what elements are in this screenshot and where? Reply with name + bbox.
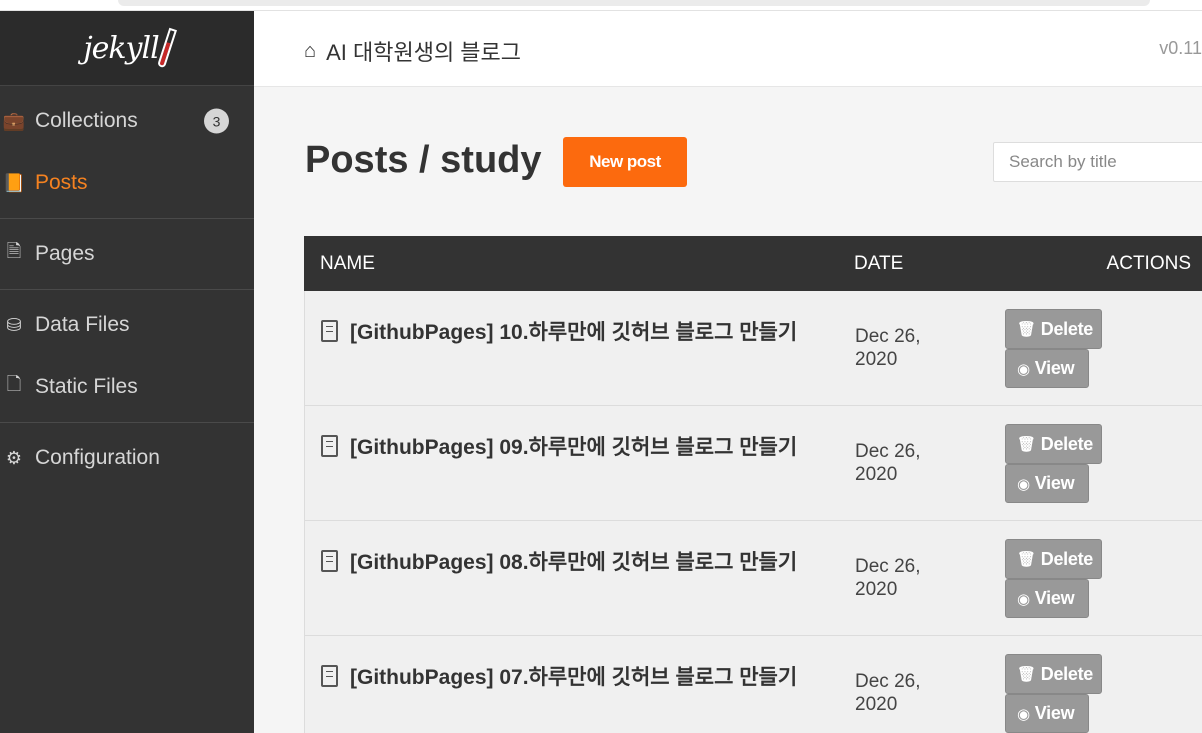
view-label: View: [1034, 588, 1075, 608]
search-input[interactable]: [993, 142, 1202, 182]
post-title: [GithubPages] 10.하루만에 깃허브 블로그 만들기: [350, 321, 798, 344]
sidebar-item-data-files[interactable]: ⛁ Data Files: [0, 294, 254, 356]
trash-icon: 🗑: [1017, 436, 1036, 453]
posts-table: NAME DATE ACTIONS [GithubPages] 10.하루만에 …: [304, 236, 1202, 733]
delete-button[interactable]: 🗑 Delete: [1005, 424, 1102, 464]
sidebar-item-label: Collections: [35, 109, 138, 132]
delete-button[interactable]: 🗑 Delete: [1005, 654, 1102, 694]
table-header: NAME DATE ACTIONS: [304, 236, 1202, 291]
document-icon: [321, 550, 338, 572]
site-title: AI 대학원생의 블로그: [326, 40, 522, 65]
sidebar-item-label: Posts: [35, 171, 88, 194]
new-post-button[interactable]: New post: [563, 137, 687, 187]
sidebar-item-collections[interactable]: 💼 Collections 3: [0, 90, 254, 152]
browser-address-bar-edge: [118, 0, 1150, 6]
browser-chrome-strip: [0, 0, 1202, 11]
book-icon: 📙: [2, 172, 26, 193]
column-header-name: NAME: [320, 252, 375, 274]
post-date: Dec 26, 2020: [855, 556, 921, 600]
view-label: View: [1034, 703, 1075, 723]
post-title: [GithubPages] 08.하루만에 깃허브 블로그 만들기: [350, 551, 798, 574]
top-bar: ⌂ AI 대학원생의 블로그 v0.11: [254, 11, 1202, 87]
table-row: [GithubPages] 10.하루만에 깃허브 블로그 만들기 Dec 26…: [304, 291, 1202, 406]
gear-icon: ⚙: [5, 447, 23, 468]
trash-icon: 🗑: [1017, 666, 1036, 683]
nav-group-pages: 🗎 Pages: [0, 219, 254, 290]
delete-label: Delete: [1040, 663, 1094, 684]
trash-icon: 🗑: [1017, 551, 1036, 568]
view-label: View: [1034, 473, 1075, 493]
site-title-link[interactable]: ⌂ AI 대학원생의 블로그: [304, 35, 521, 67]
document-icon: [321, 435, 338, 457]
table-row: [GithubPages] 07.하루만에 깃허브 블로그 만들기 Dec 26…: [304, 636, 1202, 733]
sidebar-item-posts[interactable]: 📙 Posts: [0, 152, 254, 214]
eye-icon: ◉: [1017, 590, 1030, 608]
post-title: [GithubPages] 07.하루만에 깃허브 블로그 만들기: [350, 666, 798, 689]
sidebar-item-label: Configuration: [35, 446, 160, 469]
view-button[interactable]: ◉ View: [1005, 464, 1089, 503]
page-title: Posts / study: [305, 139, 542, 181]
sidebar-item-configuration[interactable]: ⚙ Configuration: [0, 427, 254, 489]
view-button[interactable]: ◉ View: [1005, 694, 1089, 733]
eye-icon: ◉: [1017, 360, 1030, 378]
nav-group-config: ⚙ Configuration: [0, 423, 254, 493]
sidebar-item-label: Data Files: [35, 313, 130, 336]
delete-button[interactable]: 🗑 Delete: [1005, 539, 1102, 579]
post-title-link[interactable]: [GithubPages] 10.하루만에 깃허브 블로그 만들기: [321, 319, 821, 347]
file-text-icon: 🗎: [6, 241, 22, 261]
view-button[interactable]: ◉ View: [1005, 579, 1089, 618]
jekyll-logo[interactable]: jekyll: [0, 11, 254, 86]
post-title-link[interactable]: [GithubPages] 07.하루만에 깃허브 블로그 만들기: [321, 664, 821, 692]
logo-text: jekyll: [83, 30, 159, 66]
document-icon: [321, 665, 338, 687]
home-icon: ⌂: [304, 39, 317, 62]
sidebar-item-pages[interactable]: 🗎 Pages: [0, 223, 254, 285]
nav-group-files: ⛁ Data Files 🗋 Static Files: [0, 290, 254, 423]
nav-group-content: 💼 Collections 3 📙 Posts: [0, 86, 254, 219]
briefcase-icon: 💼: [2, 110, 26, 131]
sidebar-item-label: Static Files: [35, 375, 138, 398]
version-label: v0.11: [1159, 38, 1202, 58]
trash-icon: 🗑: [1017, 321, 1036, 338]
post-date: Dec 26, 2020: [855, 326, 921, 370]
test-tube-icon: [156, 27, 177, 69]
sidebar-item-label: Pages: [35, 242, 95, 265]
table-row: [GithubPages] 08.하루만에 깃허브 블로그 만들기 Dec 26…: [304, 521, 1202, 636]
column-header-actions: ACTIONS: [1106, 252, 1191, 274]
post-title-link[interactable]: [GithubPages] 09.하루만에 깃허브 블로그 만들기: [321, 434, 821, 462]
sidebar: jekyll 💼 Collections 3 📙 Posts 🗎 Pages ⛁…: [0, 11, 254, 733]
document-icon: [321, 320, 338, 342]
column-header-date: DATE: [854, 252, 904, 274]
post-date: Dec 26, 2020: [855, 671, 921, 715]
eye-icon: ◉: [1017, 475, 1030, 493]
view-label: View: [1034, 358, 1075, 378]
eye-icon: ◉: [1017, 705, 1030, 723]
post-date: Dec 26, 2020: [855, 441, 921, 485]
table-row: [GithubPages] 09.하루만에 깃허브 블로그 만들기 Dec 26…: [304, 406, 1202, 521]
post-title: [GithubPages] 09.하루만에 깃허브 블로그 만들기: [350, 436, 798, 459]
delete-label: Delete: [1040, 318, 1094, 339]
database-icon: ⛁: [6, 314, 22, 335]
sidebar-item-static-files[interactable]: 🗋 Static Files: [0, 356, 254, 418]
delete-button[interactable]: 🗑 Delete: [1005, 309, 1102, 349]
delete-label: Delete: [1040, 548, 1094, 569]
view-button[interactable]: ◉ View: [1005, 349, 1089, 388]
collections-count-badge: 3: [204, 108, 229, 134]
post-title-link[interactable]: [GithubPages] 08.하루만에 깃허브 블로그 만들기: [321, 549, 821, 577]
delete-label: Delete: [1040, 433, 1094, 454]
file-icon: 🗋: [6, 374, 22, 394]
